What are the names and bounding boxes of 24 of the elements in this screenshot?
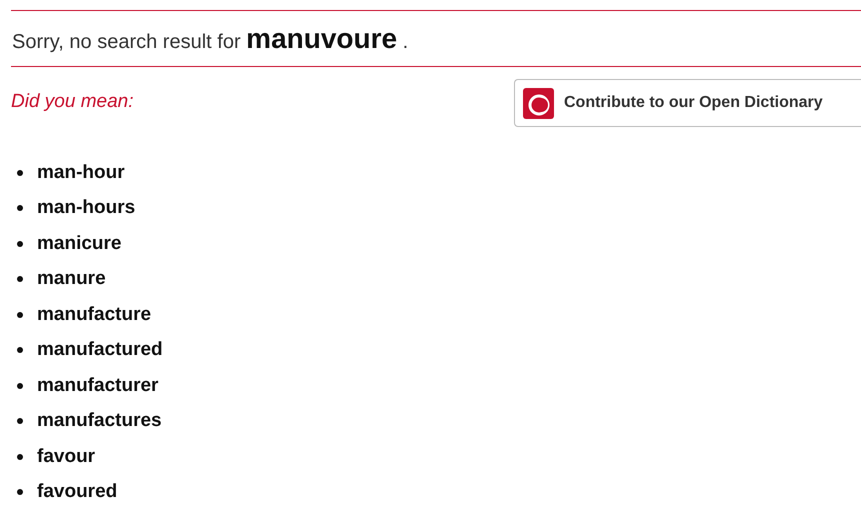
- bullet-icon: [17, 276, 23, 282]
- no-result-message: Sorry, no search result for manuvoure .: [11, 22, 410, 56]
- suggestion-link[interactable]: man-hour: [37, 162, 125, 184]
- bullet-icon: [17, 205, 23, 212]
- suggestion-link[interactable]: manufactured: [37, 339, 163, 362]
- bullet-icon: [17, 347, 23, 354]
- suggestion-link[interactable]: favour: [37, 446, 96, 468]
- bullet-icon: [17, 170, 23, 176]
- bullet-icon: [17, 489, 23, 496]
- bullet-icon: [17, 454, 23, 460]
- suggestion-link[interactable]: favoured: [37, 481, 118, 504]
- bullet-icon: [17, 418, 23, 424]
- bullet-icon: [17, 240, 23, 247]
- suggestion-link[interactable]: manufacture: [37, 304, 152, 326]
- suggestion-link[interactable]: manicure: [37, 232, 122, 255]
- suggestion-link[interactable]: manufacturer: [37, 374, 158, 397]
- contribute-button[interactable]: Contribute to our Open Dictionary: [514, 79, 861, 127]
- logo-icon: [523, 88, 554, 118]
- did-you-mean-label: Did you mean:: [11, 91, 134, 113]
- bullet-icon: [17, 312, 23, 318]
- bullet-icon: [17, 382, 23, 389]
- suggestion-link[interactable]: manufactures: [37, 410, 162, 432]
- suggestion-link[interactable]: manure: [37, 268, 106, 290]
- suggestion-link[interactable]: man-hours: [37, 197, 136, 220]
